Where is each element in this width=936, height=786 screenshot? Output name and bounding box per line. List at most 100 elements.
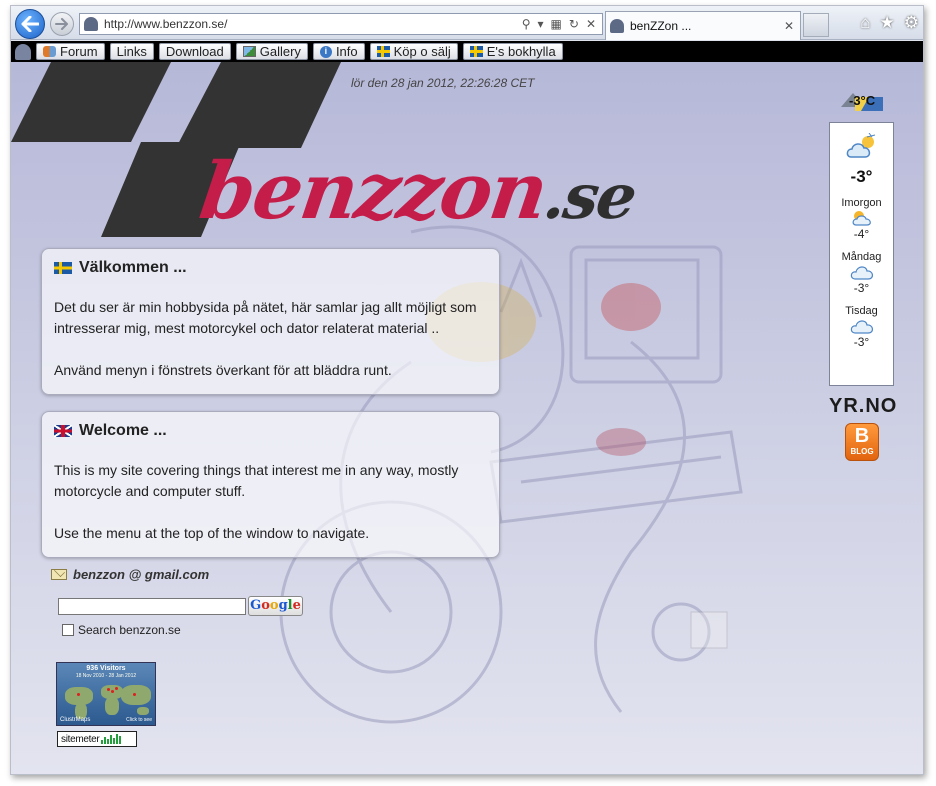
menu-kop-o-salj[interactable]: Köp o sälj: [369, 43, 458, 60]
menu-download[interactable]: Download: [158, 43, 231, 60]
google-letter: G: [250, 598, 262, 613]
menu-bokhylla-label: E's bokhylla: [486, 44, 556, 59]
menu-forum[interactable]: Forum: [36, 43, 105, 60]
search-site-label: Search benzzon.se: [78, 623, 181, 637]
search-site-checkbox[interactable]: [62, 624, 74, 636]
menu-links[interactable]: Links: [109, 43, 154, 60]
browser-window: http://www.benzzon.se/ ⚲ ▾ ▦ ↻ ✕ benZZon…: [10, 5, 924, 775]
map-land: [121, 685, 151, 705]
welcome-sv-title: Välkommen ...: [79, 259, 187, 276]
yr-no-logo[interactable]: YR.NO: [829, 395, 897, 418]
menu-download-label: Download: [165, 44, 224, 59]
forecast-temp: -3°: [853, 281, 870, 295]
menu-info-label: Info: [335, 44, 358, 59]
back-arrow-icon: [21, 16, 39, 32]
clustrmaps-widget[interactable]: 936 Visitors 18 Nov 2010 - 28 Jan 2012 C…: [56, 662, 156, 726]
swedish-flag-icon: [376, 46, 390, 57]
welcome-en-hint: Use the menu at the top of the window to…: [54, 525, 370, 541]
logo-checker: [176, 62, 341, 148]
cloud-icon: [850, 320, 873, 334]
map-land: [137, 707, 149, 715]
forecast-temp: -4°: [853, 227, 870, 241]
welcome-panel-english: Welcome ... This is my site covering thi…: [41, 411, 500, 558]
clustrmaps-title: 936 Visitors: [86, 665, 126, 672]
logo-checker: [11, 62, 171, 142]
logo-main: benzzon: [194, 146, 552, 237]
stop-icon[interactable]: ✕: [586, 17, 596, 31]
new-tab-button[interactable]: [803, 13, 829, 37]
weather-widget[interactable]: -3° Imorgon -4° Måndag -3° Tisdag -3°: [829, 122, 894, 386]
forum-icon: [43, 46, 56, 57]
welcome-sv-hint: Använd menyn i fönstrets överkant för at…: [54, 362, 392, 378]
uk-flag-icon: [54, 425, 72, 437]
google-search-button[interactable]: Google: [248, 596, 303, 616]
badge-temp: -3°C: [849, 93, 876, 108]
clustrmaps-dates: 18 Nov 2010 - 28 Jan 2012: [75, 673, 137, 679]
tab-favicon-icon: [610, 19, 624, 33]
back-button[interactable]: [15, 9, 45, 39]
tab-title: benZZon ...: [630, 19, 692, 33]
page-datetime: lör den 28 jan 2012, 22:26:28 CET: [351, 76, 535, 90]
welcome-panel-swedish: Välkommen ... Det du ser är min hobbysid…: [41, 248, 500, 395]
settings-gear-icon[interactable]: ⚙: [904, 13, 919, 33]
current-temp-badge: -3°C: [839, 89, 885, 113]
forward-arrow-icon: [55, 18, 68, 30]
refresh-icon[interactable]: ↻: [569, 17, 579, 31]
search-icon[interactable]: ⚲: [522, 17, 531, 31]
blogger-icon: B: [854, 425, 870, 447]
sitemeter-label: sitemeter: [61, 733, 100, 745]
google-letter: o: [261, 598, 270, 613]
gallery-icon: [242, 46, 256, 57]
home-icon[interactable]: ⌂: [860, 13, 870, 33]
google-letter: e: [292, 598, 301, 613]
google-letter: o: [269, 598, 279, 613]
blog-label: BLOG: [850, 447, 874, 456]
sitemeter-bars-icon: [101, 734, 122, 744]
welcome-sv-text: Det du ser är min hobbysida på nätet, hä…: [54, 299, 477, 336]
favorites-star-icon[interactable]: ★: [880, 13, 895, 33]
menu-info[interactable]: i Info: [312, 43, 365, 60]
welcome-en-title: Welcome ...: [79, 422, 167, 439]
current-temp: -3°: [850, 167, 873, 186]
swedish-flag-icon: [54, 262, 72, 274]
visitor-dot: [107, 688, 110, 691]
visitor-dot: [111, 690, 114, 693]
logo-suffix: .se: [539, 160, 640, 233]
dropdown-icon[interactable]: ▾: [538, 17, 544, 31]
email-text[interactable]: benzzon @ gmail.com: [73, 567, 209, 582]
cloud-snow-icon: [846, 133, 875, 158]
envelope-icon: [51, 569, 67, 580]
visitor-dot: [77, 693, 80, 696]
address-text[interactable]: http://www.benzzon.se/: [104, 17, 522, 31]
welcome-en-text: This is my site covering things that int…: [54, 462, 459, 499]
forecast-day: Tisdag: [845, 305, 878, 317]
contact-email[interactable]: benzzon @ gmail.com: [51, 567, 209, 582]
menu-links-label: Links: [116, 44, 147, 59]
user-icon: [15, 43, 31, 60]
clustrmaps-click-hint: Click to see: [126, 717, 152, 723]
page-content: lör den 28 jan 2012, 22:26:28 CET benzzo…: [11, 62, 923, 774]
compatibility-icon[interactable]: ▦: [551, 17, 562, 31]
visitor-dot: [133, 693, 136, 696]
blog-button[interactable]: B BLOG: [845, 423, 879, 461]
tab-benzzon[interactable]: benZZon ... ✕: [605, 11, 801, 40]
menu-bokhylla[interactable]: E's bokhylla: [462, 43, 563, 60]
site-logo[interactable]: benzzon.se: [195, 146, 642, 237]
forecast-temp: -3°: [853, 335, 870, 349]
forward-button[interactable]: [50, 12, 74, 36]
sun-cloud-icon: [852, 211, 871, 226]
menu-forum-label: Forum: [60, 44, 98, 59]
search-site-option[interactable]: Search benzzon.se: [62, 623, 181, 637]
forecast-day: Imorgon: [841, 197, 882, 209]
site-favicon-icon: [84, 17, 98, 31]
address-bar[interactable]: http://www.benzzon.se/ ⚲ ▾ ▦ ↻ ✕: [79, 13, 603, 35]
sitemeter-badge[interactable]: sitemeter: [57, 731, 137, 747]
info-icon: i: [319, 45, 332, 58]
close-tab-icon[interactable]: ✕: [784, 19, 794, 33]
cloud-icon: [850, 266, 873, 280]
forecast-day: Måndag: [841, 251, 882, 263]
map-land: [105, 697, 119, 715]
menu-kop-label: Köp o sälj: [393, 44, 451, 59]
menu-gallery[interactable]: Gallery: [235, 43, 308, 60]
google-search-input[interactable]: [58, 598, 246, 615]
